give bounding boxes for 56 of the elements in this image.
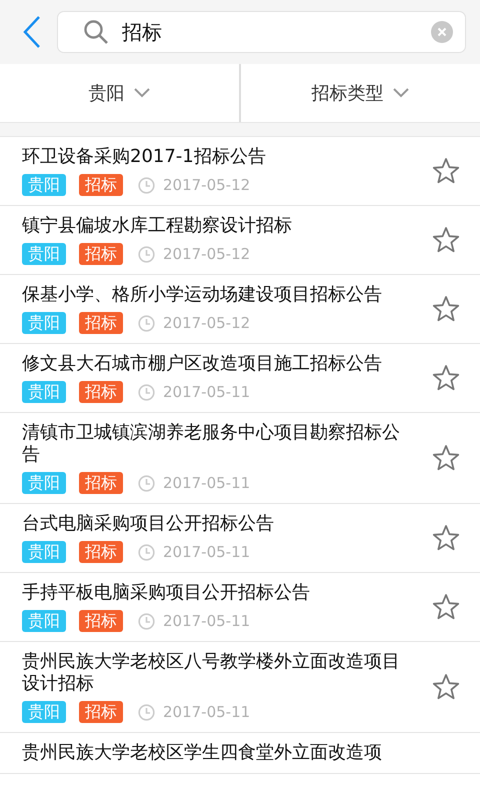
listing-title[interactable]: 清镇市卫城镇滨湖养老服务中心项目勘察招标公告 — [22, 422, 432, 466]
star-icon[interactable] — [432, 444, 460, 472]
listing-title[interactable]: 保基小学、格所小学运动场建设项目招标公告 — [22, 284, 432, 306]
type-tag: 招标 — [79, 174, 123, 196]
filter-dropdown[interactable]: 贵阳 — [88, 81, 124, 105]
clock-icon — [138, 474, 155, 492]
clock-icon — [138, 612, 155, 630]
region-tag: 贵阳 — [22, 541, 66, 563]
clock-icon — [138, 704, 155, 720]
region-tag: 贵阳 — [22, 701, 66, 723]
back-icon[interactable] — [22, 15, 42, 49]
listing-title[interactable]: 手持平板电脑采购项目公开招标公告 — [22, 582, 432, 604]
listing-title[interactable]: 修文县大石城市棚户区改造项目施工招标公告 — [22, 353, 432, 375]
type-tag: 招标 — [79, 701, 123, 723]
search-field[interactable]: 招标 — [57, 11, 466, 53]
date-text: 2017-05-11 — [163, 703, 250, 721]
listing-title[interactable]: 环卫设备采购2017-1招标公告 — [22, 146, 432, 168]
clock-icon — [138, 544, 155, 560]
search-icon — [83, 19, 109, 45]
star-icon[interactable] — [432, 593, 460, 621]
region-tag: 贵阳 — [22, 243, 66, 265]
star-icon[interactable] — [432, 673, 460, 701]
date-text: 2017-05-12 — [163, 314, 250, 332]
type-tag: 招标 — [79, 381, 123, 403]
listing-title[interactable]: 台式电脑采购项目公开招标公告 — [22, 513, 432, 535]
date-text: 2017-05-11 — [163, 474, 250, 492]
date-text: 2017-05-11 — [163, 612, 250, 630]
type-tag: 招标 — [79, 541, 123, 563]
listing-title[interactable]: 镇宁县偏坡水库工程勘察设计招标 — [22, 215, 432, 237]
region-tag: 贵阳 — [22, 312, 66, 334]
type-tag: 招标 — [79, 243, 123, 265]
star-icon[interactable] — [432, 295, 460, 323]
clock-icon — [138, 246, 155, 262]
listing-title[interactable]: 贵州民族大学老校区学生四食堂外立面改造项 — [22, 742, 460, 764]
region-tag: 贵阳 — [22, 381, 66, 403]
star-icon[interactable] — [432, 226, 460, 254]
region-tag: 贵阳 — [22, 610, 66, 632]
clock-icon — [138, 176, 155, 194]
date-text: 2017-05-12 — [163, 245, 250, 263]
chevron-down-icon[interactable] — [132, 87, 150, 99]
date-text: 2017-05-11 — [163, 543, 250, 561]
type-tag: 招标 — [79, 610, 123, 632]
chevron-down-icon[interactable] — [392, 87, 410, 99]
type-tag: 招标 — [79, 472, 123, 494]
date-text: 2017-05-12 — [163, 176, 250, 194]
star-icon[interactable] — [432, 157, 460, 185]
type-tag: 招标 — [79, 312, 123, 334]
clock-icon — [138, 314, 155, 332]
star-icon[interactable] — [432, 524, 460, 552]
filter-dropdown[interactable]: 招标类型 — [312, 81, 384, 105]
region-tag: 贵阳 — [22, 174, 66, 196]
star-icon[interactable] — [432, 364, 460, 392]
region-tag: 贵阳 — [22, 472, 66, 494]
date-text: 2017-05-11 — [163, 383, 250, 401]
listing-title[interactable]: 贵州民族大学老校区八号教学楼外立面改造项目设计招标 — [22, 651, 432, 695]
clock-icon — [138, 384, 155, 400]
